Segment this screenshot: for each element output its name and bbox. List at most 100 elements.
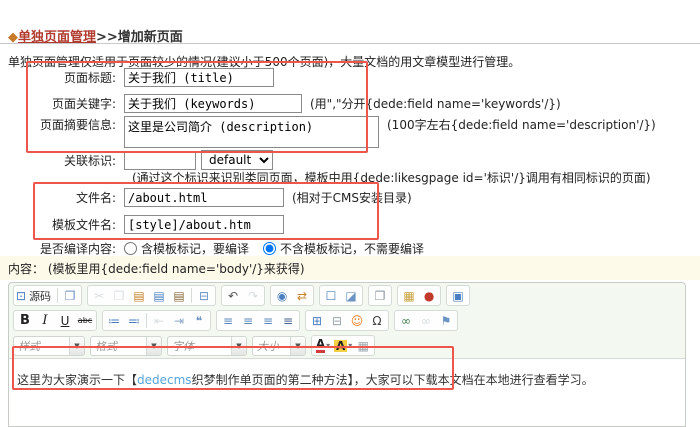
redo-icon[interactable]: ↷ [243, 287, 263, 305]
description-label: 页面摘要信息: [39, 118, 116, 132]
anchor-icon[interactable]: ⚑ [436, 312, 456, 330]
toolbar-group: ▣ [446, 285, 471, 306]
template-row: 模板文件名: [0, 211, 700, 238]
compile-without-tags-radio[interactable] [263, 241, 277, 255]
filename-input[interactable] [124, 188, 284, 207]
likeid-input[interactable] [124, 150, 196, 170]
format-dropdown[interactable]: 格式 ▼ [90, 335, 162, 356]
bold-icon[interactable]: B [15, 312, 35, 330]
add-single-page-form: ◆单独页面管理>>增加新页面 单独页面管理仅适用于页面较少的情况(建议小于500… [0, 0, 700, 427]
strikethrough-icon[interactable]: abc [75, 312, 95, 330]
ordered-list-icon[interactable]: ≔ [104, 312, 124, 330]
toolbar-group: ≡ ≡ ≡ ≡ [216, 310, 300, 331]
image-icon[interactable]: ▦ [399, 287, 419, 305]
indent-icon[interactable]: ⇥ [169, 312, 189, 330]
undo-icon[interactable]: ↶ [223, 287, 243, 305]
bg-color-button[interactable]: A ▾ [333, 337, 353, 355]
select-all-icon[interactable]: ☐ [321, 287, 341, 305]
toolbar-group: ◉ ⇄ [270, 285, 315, 306]
div-container-icon[interactable]: ▣ [448, 287, 468, 305]
editor-toolbar-row3: 样式 ▼ 格式 ▼ 字体 ▼ 大小 ▼ A ▾ A ▾ ▦ [9, 333, 685, 358]
source-icon[interactable]: ⊡ 源码 [15, 287, 55, 305]
editor-toolbar-row2: B I Uabc ≔ ≕ ⇤ ⇥ ❝ ≡ ≡ ≡ ≡ ⊞ ⊟ ☺ Ω ∞ ∞ ⚑ [9, 308, 685, 333]
keywords-row: 页面关键字: (用","分开{dede:field name='keywords… [0, 90, 700, 116]
blockquote-icon[interactable]: ❝ [189, 312, 209, 330]
template-input[interactable] [124, 215, 284, 234]
eraser-icon[interactable]: ◪ [341, 287, 361, 305]
likeid-select[interactable]: default [201, 150, 273, 170]
keywords-input[interactable] [124, 93, 302, 113]
preview-icon[interactable]: ❐ [60, 287, 80, 305]
paste-text-icon[interactable]: ▤ [169, 287, 189, 305]
toolbar-group: ☐ ◪ [319, 285, 364, 306]
toolbar-group: B I Uabc [13, 310, 97, 331]
find-icon[interactable]: ◉ [272, 287, 292, 305]
italic-icon[interactable]: I [35, 312, 55, 330]
size-dropdown[interactable]: 大小 ▼ [252, 335, 306, 356]
underline-icon[interactable]: U [55, 312, 75, 330]
chevron-down-icon: ▼ [290, 336, 305, 355]
title-label: 页面标题: [63, 70, 116, 85]
toolbar-group: ✂ ❐ ▤ ▤ ▤ ⊟ [87, 285, 217, 306]
compile-label: 是否编译内容: [39, 241, 116, 256]
smiley-icon[interactable]: ☺ [347, 312, 367, 330]
editor-dropdowns: 样式 ▼ 格式 ▼ 字体 ▼ 大小 ▼ [13, 335, 306, 356]
divider [0, 43, 700, 44]
keywords-note: (用","分开{dede:field name='keywords'/}) [310, 96, 561, 111]
copy-icon[interactable]: ❐ [109, 287, 129, 305]
toolbar-group: A ▾ A ▾ ▦ [311, 335, 376, 356]
replace-icon[interactable]: ⇄ [292, 287, 312, 305]
paste-word-icon[interactable]: ▤ [149, 287, 169, 305]
toolbar-group: ⊞ ⊟ ☺ Ω [305, 310, 389, 331]
likeid-note: (通过这个标识来识别类同页面，模板中用{dede:likesgpage id='… [132, 170, 651, 185]
special-char-icon[interactable]: Ω [367, 312, 387, 330]
compile-row: 是否编译内容: 含模板标记，要编译 不含模板标记，不需要编译 [0, 238, 700, 258]
filename-row: 文件名: (相对于CMS安装目录) [0, 184, 700, 211]
title-row: 页面标题: [0, 64, 700, 90]
toolbar-group: ▦ ● [397, 285, 442, 306]
unlink-icon[interactable]: ∞ [416, 312, 436, 330]
outdent-icon[interactable]: ⇤ [149, 312, 169, 330]
compile-option-with-tags[interactable]: 含模板标记，要编译 [124, 240, 249, 257]
chevron-down-icon: ▼ [231, 336, 246, 355]
editor-content-area[interactable]: 这里为大家演示一下【dedecms织梦制作单页面的第二种方法】，大家可以下载本文… [9, 358, 685, 426]
toolbar-group: ∞ ∞ ⚑ [394, 310, 458, 331]
likeid-row: 关联标识: default [0, 150, 700, 170]
font-dropdown[interactable]: 字体 ▼ [167, 335, 247, 356]
text-color-button[interactable]: A ▾ [313, 337, 333, 355]
div-layout-icon[interactable]: ⊟ [327, 312, 347, 330]
flash-icon[interactable]: ● [419, 287, 439, 305]
toolbar-group: ≔ ≕ ⇤ ⇥ ❝ [102, 310, 211, 331]
templates-icon[interactable]: ❐ [370, 287, 390, 305]
editor-toolbar-row1: ⊡ 源码 ❐ ✂ ❐ ▤ ▤ ▤ ⊟ ↶ ↷ ◉ ⇄ ☐ ◪ ❐ ▦ ● ▣ [9, 283, 685, 308]
show-blocks-icon[interactable]: ▦ [353, 337, 373, 355]
page-form: 页面标题: 页面关键字: (用","分开{dede:field name='ke… [0, 64, 700, 258]
chevron-down-icon: ▼ [146, 336, 161, 355]
body-text-suffix: 织梦制作单页面的第二种方法】，大家可以下载本文档在本地进行查看学习。 [191, 373, 594, 387]
description-textarea[interactable]: 这里是公司简介 (description) [124, 116, 379, 148]
title-input[interactable] [124, 67, 274, 87]
link-icon[interactable]: ∞ [396, 312, 416, 330]
keywords-label: 页面关键字: [51, 96, 116, 111]
editor-color-buttons: A ▾ A ▾ ▦ [311, 335, 376, 356]
compile-with-tags-radio[interactable] [124, 241, 137, 255]
toolbar-group: ↶ ↷ [221, 285, 266, 306]
likeid-label: 关联标识: [63, 153, 116, 168]
align-center-icon[interactable]: ≡ [238, 312, 258, 330]
toolbar-group: ⊡ 源码 ❐ [13, 285, 83, 306]
table-icon[interactable]: ⊞ [307, 312, 327, 330]
toolbar-group: ❐ [368, 285, 393, 306]
print-icon[interactable]: ⊟ [194, 287, 214, 305]
compile-without-tags-label: 不含模板标记，不需要编译 [280, 241, 425, 256]
chevron-down-icon: ▼ [69, 336, 84, 355]
paste-icon[interactable]: ▤ [129, 287, 149, 305]
filename-label: 文件名: [75, 191, 116, 205]
cut-icon[interactable]: ✂ [89, 287, 109, 305]
rich-text-editor: ⊡ 源码 ❐ ✂ ❐ ▤ ▤ ▤ ⊟ ↶ ↷ ◉ ⇄ ☐ ◪ ❐ ▦ ● ▣ B I Uabc ≔ ≕ ⇤ ⇥ ❝ ≡ ≡ ≡ ≡ ⊞ ⊟ ☺ Ω… [8, 282, 686, 427]
align-right-icon[interactable]: ≡ [258, 312, 278, 330]
align-left-icon[interactable]: ≡ [218, 312, 238, 330]
compile-option-without-tags[interactable]: 不含模板标记，不需要编译 [263, 240, 424, 257]
unordered-list-icon[interactable]: ≕ [124, 312, 144, 330]
align-justify-icon[interactable]: ≡ [278, 312, 298, 330]
style-dropdown[interactable]: 样式 ▼ [13, 335, 85, 356]
